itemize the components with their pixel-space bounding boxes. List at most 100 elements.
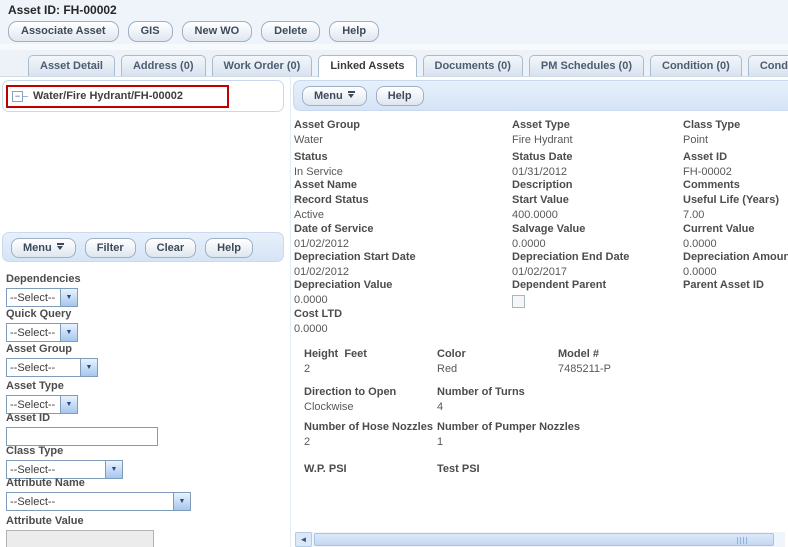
field-label: Asset Type <box>512 119 683 132</box>
field-value: Fire Hydrant <box>512 133 683 147</box>
field-value: 0.0000 <box>683 237 788 251</box>
attribute-value-input[interactable] <box>6 530 154 547</box>
header: Asset ID: FH-00002 Associate Asset GIS New… <box>0 0 788 44</box>
field-label: Number of Pumper Nozzles <box>437 421 558 434</box>
menu-button[interactable]: Menu <box>302 86 367 106</box>
field-label: Depreciation Start Date <box>294 251 512 264</box>
field-label: Asset ID <box>683 151 788 164</box>
field-label: Depreciation Value <box>294 279 512 292</box>
dependencies-label: Dependencies <box>6 273 81 285</box>
detail-field-current-value: Current Value0.0000 <box>683 223 788 251</box>
horizontal-scrollbar[interactable]: ◄ <box>295 532 785 547</box>
attribute-value-label: Attribute Value <box>6 515 154 527</box>
dropdown-arrow-icon: ▼ <box>105 461 122 478</box>
tab-linked-assets[interactable]: Linked Assets <box>318 55 416 77</box>
detail-field-asset-id: Asset IDFH-00002 <box>683 151 788 179</box>
details-panel: Menu Help Asset GroupWaterAsset TypeFire … <box>290 77 788 547</box>
detail-field-depreciation-end-date: Depreciation End Date01/02/2017 <box>512 251 683 279</box>
detail-field-comments: Comments <box>683 179 788 194</box>
attribute-field-height-feet: Height Feet2 <box>304 348 437 386</box>
asset-type-label: Asset Type <box>6 380 78 392</box>
detail-field-class-type: Class TypePoint <box>683 119 788 151</box>
field-label: Number of Turns <box>437 386 558 399</box>
field-value: 0.0000 <box>294 322 512 336</box>
tab-asset-detail[interactable]: Asset Detail <box>28 55 115 76</box>
empty-cell <box>558 463 788 483</box>
field-label: Status <box>294 151 512 164</box>
asset-id-input[interactable] <box>6 427 158 446</box>
new-wo-button[interactable]: New WO <box>182 21 253 42</box>
tab-documents-0[interactable]: Documents (0) <box>423 55 523 76</box>
detail-field-description: Description <box>512 179 683 194</box>
field-label: Dependent Parent <box>512 279 683 292</box>
empty-cell <box>512 308 683 336</box>
asset-group-select[interactable]: --Select--▼ <box>6 358 98 377</box>
field-quick-query: Quick Query--Select--▼ <box>6 308 78 342</box>
field-value: Water <box>294 133 512 147</box>
field-value: 0.0000 <box>683 265 788 279</box>
detail-field-depreciation-start-date: Depreciation Start Date01/02/2012 <box>294 251 512 279</box>
attribute-field-test-psi: Test PSI <box>437 463 558 483</box>
detail-field-dependent-parent: Dependent Parent <box>512 279 683 308</box>
associate-asset-button[interactable]: Associate Asset <box>8 21 119 42</box>
scrollbar-thumb[interactable] <box>314 533 774 546</box>
field-label: Date of Service <box>294 223 512 236</box>
dependent-parent-checkbox[interactable] <box>512 295 525 308</box>
field-label: Asset Group <box>294 119 512 132</box>
tab-condition-assessment-0[interactable]: Condition Assessment (0) <box>748 55 788 76</box>
detail-field-status: StatusIn Service <box>294 151 512 179</box>
selected-value: --Select-- <box>7 396 60 413</box>
tab-pm-schedules-0[interactable]: PM Schedules (0) <box>529 55 644 76</box>
class-type-label: Class Type <box>6 445 123 457</box>
field-label: Depreciation End Date <box>512 251 683 264</box>
attribute-field-model: Model #7485211-P <box>558 348 788 386</box>
field-value: 400.0000 <box>512 208 683 222</box>
gis-button[interactable]: GIS <box>128 21 173 42</box>
field-value: Red <box>437 362 558 376</box>
help-button[interactable]: Help <box>376 86 424 106</box>
empty-cell <box>558 421 788 463</box>
scrollbar-grip-icon <box>737 537 748 544</box>
dropdown-arrow-icon: ▼ <box>60 396 77 413</box>
field-value: In Service <box>294 165 512 179</box>
field-asset-id: Asset ID <box>6 412 158 446</box>
field-value: 1 <box>437 435 558 449</box>
attribute-field-number-of-pumper-nozzles: Number of Pumper Nozzles1 <box>437 421 558 463</box>
detail-field-asset-name: Asset Name <box>294 179 512 194</box>
field-label: Current Value <box>683 223 788 236</box>
tab-address-0[interactable]: Address (0) <box>121 55 206 76</box>
asset-attributes-grid: Height Feet2ColorRedModel #7485211-PDire… <box>304 348 788 483</box>
quick-query-select[interactable]: --Select--▼ <box>6 323 78 342</box>
field-label: Comments <box>683 179 788 192</box>
menu-dropdown-icon <box>348 91 355 98</box>
dependencies-select[interactable]: --Select--▼ <box>6 288 78 307</box>
asset-id-label: Asset ID <box>6 412 158 424</box>
help-button[interactable]: Help <box>329 21 379 42</box>
field-label: Number of Hose Nozzles <box>304 421 437 434</box>
tab-work-order-0[interactable]: Work Order (0) <box>212 55 313 76</box>
attribute-name-select[interactable]: --Select--▼ <box>6 492 191 511</box>
empty-cell <box>558 386 788 421</box>
scroll-left-button[interactable]: ◄ <box>295 532 312 547</box>
tab-condition-0[interactable]: Condition (0) <box>650 55 742 76</box>
field-asset-type: Asset Type --Select--▼ <box>6 380 78 414</box>
detail-field-date-of-service: Date of Service01/02/2012 <box>294 223 512 251</box>
detail-field-depreciation-amount: Depreciation Amount0.0000 <box>683 251 788 279</box>
page-title: Asset ID: FH-00002 <box>8 2 788 17</box>
detail-field-useful-life-years: Useful Life (Years)7.00 <box>683 194 788 223</box>
field-value: 01/02/2017 <box>512 265 683 279</box>
field-value: Clockwise <box>304 400 437 414</box>
attribute-name-label: Attribute Name <box>6 477 191 489</box>
field-value: 2 <box>304 362 437 376</box>
attribute-field-w-p-psi: W.P. PSI <box>304 463 437 483</box>
field-label: Start Value <box>512 194 683 207</box>
dropdown-arrow-icon: ▼ <box>60 324 77 341</box>
delete-button[interactable]: Delete <box>261 21 320 42</box>
asset-detail-grid: Asset GroupWaterAsset TypeFire HydrantCl… <box>294 119 788 336</box>
details-toolbar: Menu Help <box>293 80 788 111</box>
field-asset-group: Asset Group--Select--▼ <box>6 343 98 377</box>
field-label: Direction to Open <box>304 386 437 399</box>
field-label: W.P. PSI <box>304 463 437 476</box>
selected-value: --Select-- <box>7 324 60 341</box>
field-value: 0.0000 <box>294 293 512 307</box>
